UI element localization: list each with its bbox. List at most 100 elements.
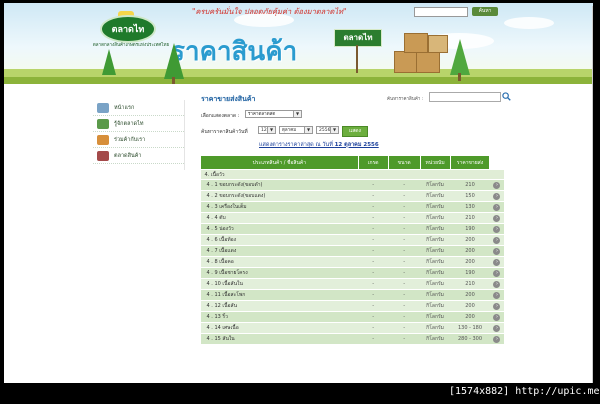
section-title: ราคาขายส่งสินค้า: [201, 95, 256, 103]
price-cell: 210: [450, 179, 490, 191]
table-header-row: ประเภทสินค้า / ชื่อสินค้า เกรด ขนาด หน่ว…: [200, 155, 504, 170]
table-row: 4 . 13 ริ้ว - - กิโลกรัม 200 ›: [200, 311, 504, 323]
more-info-icon[interactable]: ›: [493, 280, 501, 288]
grade-cell: -: [358, 179, 389, 191]
site-search-input[interactable]: [414, 7, 468, 17]
more-info-icon[interactable]: ›: [493, 214, 501, 222]
grade-cell: -: [358, 322, 389, 334]
unit-cell: กิโลกรัม: [420, 300, 451, 312]
more-info-icon[interactable]: ›: [493, 247, 501, 255]
grade-cell: -: [358, 300, 389, 312]
unit-cell: กิโลกรัม: [420, 278, 451, 290]
table-row: 4 . 6 เนื้อท้อง - - กิโลกรัม 200 ›: [200, 234, 504, 246]
price-cell: 200: [450, 289, 490, 301]
header-slogan: "ครบครันมั่นใจ ปลอดภัยคุ้มค่า ต้องมาตลาด…: [192, 7, 347, 16]
site-logo[interactable]: ตลาดไท: [94, 11, 158, 43]
size-cell: -: [388, 289, 421, 301]
home-icon: [97, 102, 109, 113]
table-row: 4 . 14 เศษเนื้อ - - กิโลกรัม 130 - 180 ›: [200, 322, 504, 334]
product-search-label: ค้นหาราคาสินค้า :: [387, 97, 424, 102]
sidebar-item-market[interactable]: ตลาดสินค้า: [93, 148, 184, 164]
more-info-icon[interactable]: ›: [493, 225, 501, 233]
column-header: ประเภทสินค้า / ชื่อสินค้า: [200, 155, 359, 170]
unit-cell: กิโลกรัม: [420, 234, 451, 246]
more-info-icon[interactable]: ›: [493, 203, 501, 211]
sidebar-item-label: หน้าแรก: [114, 104, 135, 111]
more-info-icon[interactable]: ›: [493, 181, 501, 189]
product-name: 4 . 11 เนื้อสะโพก: [200, 289, 359, 301]
sidebar-item-label: ตลาดสินค้า: [114, 152, 142, 159]
grade-cell: -: [358, 212, 389, 224]
unit-cell: กิโลกรัม: [420, 311, 451, 323]
more-info-icon[interactable]: ›: [493, 313, 501, 321]
more-info-icon[interactable]: ›: [493, 302, 501, 310]
sidebar-item-about[interactable]: รู้จักตลาดไท: [93, 116, 184, 132]
product-search-input[interactable]: [429, 92, 501, 102]
table-row: 4 . 9 เนื้อชายโครง - - กิโลกรัม 190 ›: [200, 267, 504, 279]
column-header: ราคาขายส่ง: [449, 155, 491, 170]
product-name: 4 . 8 เนื้อคอ: [200, 256, 359, 268]
price-cell: 130 - 180: [450, 322, 490, 334]
more-info-icon[interactable]: ›: [493, 324, 501, 332]
size-cell: -: [388, 223, 421, 235]
size-cell: -: [388, 245, 421, 257]
search-icon[interactable]: [502, 92, 511, 101]
size-cell: -: [388, 190, 421, 202]
size-cell: -: [388, 179, 421, 191]
category-label: 4. เนื้อวัว: [200, 169, 504, 180]
grade-cell: -: [358, 234, 389, 246]
partner-icon: [97, 134, 109, 145]
tree-icon: [164, 43, 184, 79]
price-cell: 200: [450, 300, 490, 312]
chevron-down-icon: ▼: [293, 111, 301, 117]
table-row: 4 . 12 เนื้อสัน - - กิโลกรัม 200 ›: [200, 300, 504, 312]
table-row: 4 . 7 เนื้อแดง - - กิโลกรัม 200 ›: [200, 245, 504, 257]
show-button[interactable]: แสดง: [342, 126, 368, 137]
product-name: 4 . 2 ขอบกระดัง(ขอบแดง): [200, 190, 359, 202]
size-cell: -: [388, 322, 421, 334]
site-search-button[interactable]: ค้นหา: [472, 7, 498, 16]
table-row: 4 . 15 สันใน - - กิโลกรัม 280 - 300 ›: [200, 333, 504, 345]
size-cell: -: [388, 201, 421, 213]
price-cell: 200: [450, 311, 490, 323]
price-cell: 210: [450, 212, 490, 224]
year-select[interactable]: 2556 ▼: [316, 126, 339, 134]
product-name: 4 . 3 เครื่องในเต็ม: [200, 201, 359, 213]
sidebar-item-home[interactable]: หน้าแรก: [93, 100, 184, 116]
product-name: 4 . 12 เนื้อสัน: [200, 300, 359, 312]
column-header: หน่วยนับ: [419, 155, 451, 170]
latest-price-link[interactable]: แสดงตารางราคาล่าสุด ณ วันที่ 12 ตุลาคม 2…: [259, 141, 379, 149]
table-row: 4 . 1 ขอบกระดัง(ขอบดำ) - - กิโลกรัม 210 ›: [200, 179, 504, 191]
more-info-icon[interactable]: ›: [493, 236, 501, 244]
grade-cell: -: [358, 245, 389, 257]
day-select[interactable]: 12 ▼: [258, 126, 276, 134]
grade-cell: -: [358, 311, 389, 323]
table-row: 4 . 10 เนื้อสันใน - - กิโลกรัม 210 ›: [200, 278, 504, 290]
product-name: 4 . 6 เนื้อท้อง: [200, 234, 359, 246]
grade-cell: -: [358, 289, 389, 301]
tree-icon: [450, 39, 470, 75]
more-info-icon[interactable]: ›: [493, 335, 501, 343]
unit-cell: กิโลกรัม: [420, 245, 451, 257]
site-header: ตลาดไท ตลาดกลางสินค้าเกษตรแห่งประเทศไทย …: [4, 3, 593, 84]
more-info-icon[interactable]: ›: [493, 269, 501, 277]
more-info-icon[interactable]: ›: [493, 258, 501, 266]
product-name: 4 . 13 ริ้ว: [200, 311, 359, 323]
market-select[interactable]: ราคาตลาดสด ▼: [245, 110, 302, 118]
more-info-icon[interactable]: ›: [493, 192, 501, 200]
grade-cell: -: [358, 190, 389, 202]
table-row: 4 . 3 เครื่องในเต็ม - - กิโลกรัม 130 ›: [200, 201, 504, 213]
more-info-icon[interactable]: ›: [493, 291, 501, 299]
sidebar-item-partner[interactable]: ร่วมค้ากับเรา: [93, 132, 184, 148]
unit-cell: กิโลกรัม: [420, 179, 451, 191]
month-select[interactable]: ตุลาคม ▼: [279, 126, 313, 134]
size-cell: -: [388, 256, 421, 268]
sidebar-item-label: รู้จักตลาดไท: [114, 120, 144, 127]
unit-cell: กิโลกรัม: [420, 289, 451, 301]
scrollbar[interactable]: [592, 6, 593, 383]
product-name: 4 . 1 ขอบกระดัง(ขอบดำ): [200, 179, 359, 191]
unit-cell: กิโลกรัม: [420, 212, 451, 224]
table-row: 4 . 11 เนื้อสะโพก - - กิโลกรัม 200 ›: [200, 289, 504, 301]
size-cell: -: [388, 278, 421, 290]
produce-boxes-illustration: [394, 27, 450, 75]
